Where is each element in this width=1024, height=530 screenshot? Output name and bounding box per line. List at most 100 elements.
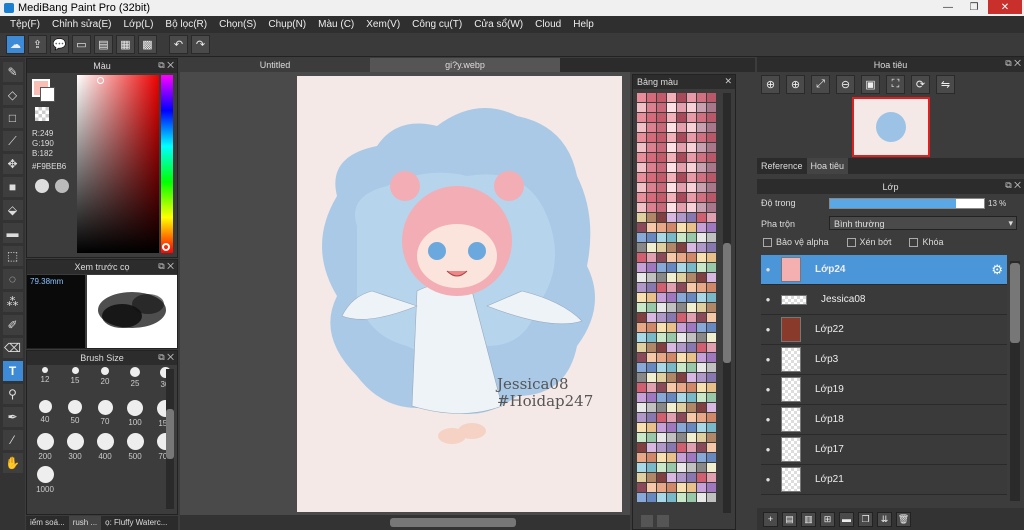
brush-size-scrollbar[interactable] bbox=[166, 369, 174, 509]
clipping-checkbox[interactable]: Xén bớt bbox=[846, 237, 891, 248]
flip-icon[interactable]: ⇋ bbox=[936, 75, 955, 94]
color-swatch[interactable] bbox=[697, 113, 706, 122]
color-swatch[interactable] bbox=[667, 293, 676, 302]
color-swatch[interactable] bbox=[687, 473, 696, 482]
color-swatch[interactable] bbox=[647, 133, 656, 142]
color-swatch[interactable] bbox=[707, 143, 716, 152]
color-swatch[interactable] bbox=[707, 313, 716, 322]
color-swatch[interactable] bbox=[647, 243, 656, 252]
color-swatch[interactable] bbox=[697, 163, 706, 172]
brush-size-option[interactable]: 50 bbox=[61, 400, 89, 429]
color-swatch[interactable] bbox=[707, 183, 716, 192]
color-swatch[interactable] bbox=[657, 123, 666, 132]
visibility-eye-icon[interactable]: ● bbox=[761, 353, 775, 367]
rotate-icon[interactable]: ⟳ bbox=[911, 75, 930, 94]
color-swatch[interactable] bbox=[707, 283, 716, 292]
color-swatch[interactable] bbox=[667, 333, 676, 342]
color-swatch[interactable] bbox=[707, 123, 716, 132]
color-swatch[interactable] bbox=[707, 363, 716, 372]
redo-icon[interactable]: ↷ bbox=[191, 35, 210, 54]
color-swatch[interactable] bbox=[697, 293, 706, 302]
merge-layer-icon[interactable]: ⇊ bbox=[877, 511, 892, 527]
new-layer-icon[interactable]: + bbox=[763, 511, 778, 527]
export-icon[interactable]: ⇪ bbox=[28, 35, 47, 54]
color-swatch[interactable] bbox=[687, 433, 696, 442]
color-swatch[interactable] bbox=[697, 203, 706, 212]
color-swatch[interactable] bbox=[637, 373, 646, 382]
palette-close-icon[interactable]: ✕ bbox=[724, 76, 732, 87]
color-swatch[interactable] bbox=[657, 143, 666, 152]
color-swatch[interactable] bbox=[637, 393, 646, 402]
color-swatch[interactable] bbox=[707, 463, 716, 472]
color-swatch[interactable] bbox=[637, 433, 646, 442]
color-swatch[interactable] bbox=[707, 153, 716, 162]
cloud-icon[interactable]: ☁ bbox=[6, 35, 25, 54]
color-swatch[interactable] bbox=[637, 363, 646, 372]
color-swatch[interactable] bbox=[667, 383, 676, 392]
color-swatch[interactable] bbox=[707, 263, 716, 272]
color-swatch[interactable] bbox=[677, 363, 686, 372]
color-swatch[interactable] bbox=[697, 423, 706, 432]
color-swatch[interactable] bbox=[657, 413, 666, 422]
color-swatch[interactable] bbox=[637, 243, 646, 252]
color-swatch[interactable] bbox=[687, 133, 696, 142]
color-swatch[interactable] bbox=[637, 203, 646, 212]
color-swatch[interactable] bbox=[657, 403, 666, 412]
panel-tab-control[interactable]: iểm soá... bbox=[26, 516, 69, 530]
layer-row[interactable]: ● Lớp3 bbox=[761, 345, 1007, 375]
color-swatch[interactable] bbox=[697, 433, 706, 442]
color-swatch[interactable] bbox=[667, 163, 676, 172]
color-swatch[interactable] bbox=[647, 263, 656, 272]
menu-help[interactable]: Help bbox=[567, 19, 600, 30]
color-swatch[interactable] bbox=[697, 213, 706, 222]
color-swatch[interactable] bbox=[687, 323, 696, 332]
background-color-swatch[interactable] bbox=[40, 87, 55, 102]
color-swatch[interactable] bbox=[687, 383, 696, 392]
color-swatch[interactable] bbox=[677, 193, 686, 202]
new-halftone-icon[interactable]: ▤ bbox=[782, 511, 797, 527]
color-swatch[interactable] bbox=[637, 103, 646, 112]
transparent-swatch[interactable] bbox=[35, 107, 49, 121]
color-swatch[interactable] bbox=[677, 213, 686, 222]
color-swatch[interactable] bbox=[657, 173, 666, 182]
color-swatch[interactable] bbox=[697, 173, 706, 182]
color-swatch[interactable] bbox=[657, 383, 666, 392]
menu-filter[interactable]: Bộ lọc(R) bbox=[159, 19, 213, 30]
color-swatch[interactable] bbox=[647, 413, 656, 422]
color-swatch[interactable] bbox=[647, 333, 656, 342]
color-swatch[interactable] bbox=[677, 263, 686, 272]
color-swatch[interactable] bbox=[677, 273, 686, 282]
color-swatch[interactable] bbox=[677, 153, 686, 162]
artwork-canvas[interactable]: Jessica08 #Hoidap247 bbox=[297, 76, 622, 512]
color-swatch[interactable] bbox=[707, 163, 716, 172]
color-swatch[interactable] bbox=[677, 173, 686, 182]
color-swatch[interactable] bbox=[707, 493, 716, 502]
color-swatch[interactable] bbox=[697, 393, 706, 402]
color-swatch[interactable] bbox=[667, 443, 676, 452]
color-swatch[interactable] bbox=[647, 393, 656, 402]
color-swatch[interactable] bbox=[707, 303, 716, 312]
palette-scrollbar[interactable] bbox=[723, 93, 731, 513]
color-swatch[interactable] bbox=[687, 263, 696, 272]
color-swatch[interactable] bbox=[687, 103, 696, 112]
color-swatch[interactable] bbox=[707, 403, 716, 412]
color-swatch[interactable] bbox=[657, 493, 666, 502]
brush-size-option[interactable]: 400 bbox=[91, 433, 119, 462]
color-swatch[interactable] bbox=[657, 373, 666, 382]
color-swatch[interactable] bbox=[637, 173, 646, 182]
color-swatch[interactable] bbox=[647, 213, 656, 222]
color-swatch[interactable] bbox=[707, 273, 716, 282]
actual-size-icon[interactable]: ▣ bbox=[861, 75, 880, 94]
canvas-horizontal-scrollbar[interactable] bbox=[180, 515, 630, 530]
color-swatch[interactable] bbox=[697, 283, 706, 292]
color-swatch[interactable] bbox=[667, 323, 676, 332]
color-swatch[interactable] bbox=[647, 473, 656, 482]
color-swatch[interactable] bbox=[677, 133, 686, 142]
color-swatch[interactable] bbox=[637, 233, 646, 242]
color-swatch[interactable] bbox=[637, 403, 646, 412]
rect-tool-icon[interactable]: □ bbox=[2, 108, 23, 128]
operation-tool-icon[interactable]: ⚲ bbox=[2, 384, 23, 404]
color-swatch[interactable] bbox=[697, 143, 706, 152]
color-swatch[interactable] bbox=[697, 323, 706, 332]
color-swatch[interactable] bbox=[647, 453, 656, 462]
